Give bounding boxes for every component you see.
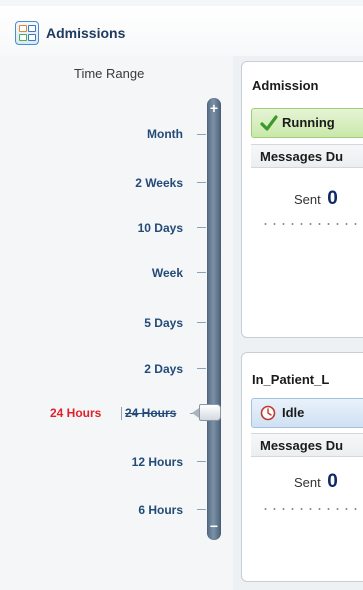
tick-mark [197, 227, 206, 228]
tick-mark [197, 509, 206, 510]
tick-6-hours[interactable]: 6 Hours [0, 503, 190, 517]
sent-metric: Sent 0 [294, 471, 338, 493]
slider-minus-button[interactable]: − [207, 519, 221, 533]
status-badge-idle: Idle [251, 398, 363, 428]
slider-plus-button[interactable]: + [207, 101, 221, 115]
status-text: Running [282, 115, 335, 130]
sent-label: Sent [294, 475, 321, 490]
section-header: Messages Du [251, 433, 363, 457]
tick-mark [197, 368, 206, 369]
panel-title: Admission [252, 78, 319, 93]
status-text: Idle [282, 405, 305, 420]
selected-time-range-label: 24 Hours [50, 406, 102, 420]
tick-mark [197, 322, 206, 323]
slider-thumb[interactable] [192, 404, 221, 421]
sent-value: 0 [327, 188, 338, 209]
sent-metric: Sent 0 [294, 188, 338, 210]
dotted-separator [261, 508, 363, 510]
sent-value: 0 [327, 471, 338, 492]
panel-title: In_Patient_L [252, 372, 330, 387]
tick-mark [197, 134, 206, 135]
tick-12-hours[interactable]: 12 Hours [0, 455, 190, 469]
tick-10-days[interactable]: 10 Days [0, 221, 190, 235]
in-patient-panel[interactable]: In_Patient_L Idle Messages Du Sent 0 [241, 352, 363, 582]
admission-panel[interactable]: Admission Running Messages Du Sent 0 [241, 61, 363, 338]
selected-marker [121, 407, 122, 420]
status-badge-running: Running [251, 108, 363, 138]
app-title: Admissions [46, 25, 126, 41]
tick-2-days[interactable]: 2 Days [0, 362, 190, 376]
section-header: Messages Du [251, 144, 363, 168]
clock-icon [260, 405, 276, 421]
tick-mark [197, 272, 206, 273]
time-range-slider[interactable] [207, 98, 221, 540]
tick-week[interactable]: Week [0, 266, 190, 280]
dashboard-grid-icon [15, 21, 39, 45]
dotted-separator [261, 223, 363, 225]
tick-2-weeks[interactable]: 2 Weeks [0, 176, 190, 190]
sent-label: Sent [294, 192, 321, 207]
tick-mark [197, 182, 206, 183]
time-range-title: Time Range [74, 66, 145, 81]
tick-5-days[interactable]: 5 Days [0, 316, 190, 330]
tick-mark [197, 461, 206, 462]
tick-24-hours[interactable]: 24 Hours [125, 406, 176, 420]
checkmark-icon [260, 115, 278, 131]
tick-month[interactable]: Month [0, 127, 190, 141]
